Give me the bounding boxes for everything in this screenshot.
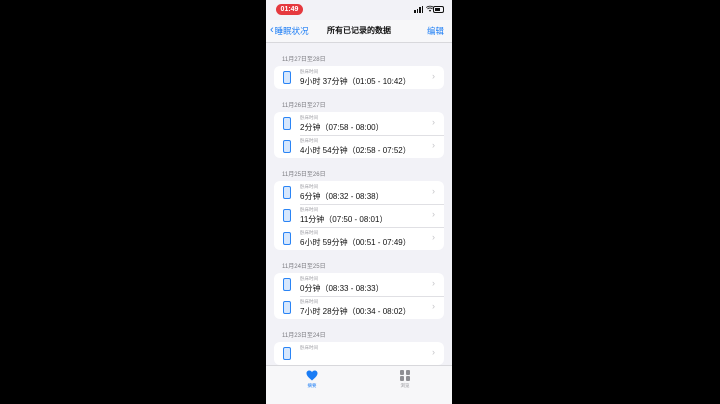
record-label: 卧床时间	[300, 69, 318, 74]
chevron-right-icon: ›	[432, 186, 435, 196]
group-header: 11月26日至27日	[282, 103, 326, 109]
record-group: 11月25日至26日 卧床时间 6分钟（08:32 - 08:38） › 卧床时…	[266, 158, 452, 250]
navigation-bar: ‹睡眠状况 所有已记录的数据 编辑	[266, 20, 452, 43]
record-card: 卧床时间 0分钟（08:33 - 08:33） › 卧床时间 7小时 28分钟（…	[274, 273, 444, 319]
record-value: 6小时 59分钟（00:51 - 07:49）	[300, 238, 411, 247]
signal-bar	[419, 7, 421, 13]
tab-bar: 摘要 浏览	[266, 365, 452, 404]
record-row[interactable]: 卧床时间 11分钟（07:50 - 08:01） ›	[274, 204, 444, 227]
record-row[interactable]: 卧床时间 6分钟（08:32 - 08:38） ›	[274, 181, 444, 204]
record-row[interactable]: 卧床时间 0分钟（08:33 - 08:33） ›	[274, 273, 444, 296]
record-card: 卧床时间 ›	[274, 342, 444, 365]
record-value: 11分钟（07:50 - 08:01）	[300, 215, 388, 224]
record-row[interactable]: 卧床时间 9小时 37分钟（01:05 - 10:42） ›	[274, 66, 444, 89]
signal-bar	[416, 8, 418, 13]
edit-button[interactable]: 编辑	[427, 24, 444, 38]
status-time: 01:49	[276, 4, 303, 15]
record-card: 卧床时间 9小时 37分钟（01:05 - 10:42） ›	[274, 66, 444, 89]
grid-icon	[399, 370, 411, 381]
chevron-right-icon: ›	[432, 347, 435, 357]
iphone-icon	[283, 209, 291, 222]
group-header: 11月25日至26日	[282, 172, 326, 178]
iphone-icon	[283, 186, 291, 199]
record-value: 0分钟（08:33 - 08:33）	[300, 284, 384, 293]
record-value: 7小时 28分钟（00:34 - 08:02）	[300, 307, 411, 316]
signal-bar	[421, 5, 423, 13]
group-header: 11月27日至28日	[282, 57, 326, 63]
iphone-icon	[283, 347, 291, 360]
signal-icon	[414, 10, 416, 13]
chevron-right-icon: ›	[432, 209, 435, 219]
tab-browse[interactable]: 浏览	[385, 370, 425, 389]
record-label: 卧床时间	[300, 138, 318, 143]
iphone-icon	[283, 140, 291, 153]
chevron-right-icon: ›	[432, 301, 435, 311]
record-card: 卧床时间 2分钟（07:58 - 08:00） › 卧床时间 4小时 54分钟（…	[274, 112, 444, 158]
page-title: 所有已记录的数据	[327, 26, 391, 35]
record-group: 11月24日至25日 卧床时间 0分钟（08:33 - 08:33） › 卧床时…	[266, 250, 452, 319]
record-value: 6分钟（08:32 - 08:38）	[300, 192, 384, 201]
record-group: 11月26日至27日 卧床时间 2分钟（07:58 - 08:00） › 卧床时…	[266, 89, 452, 158]
record-value: 9小时 37分钟（01:05 - 10:42）	[300, 77, 411, 86]
tab-label: 浏览	[400, 383, 410, 388]
record-group: 11月27日至28日 卧床时间 9小时 37分钟（01:05 - 10:42） …	[266, 43, 452, 89]
record-card: 卧床时间 6分钟（08:32 - 08:38） › 卧床时间 11分钟（07:5…	[274, 181, 444, 250]
record-value: 4小时 54分钟（02:58 - 07:52）	[300, 146, 411, 155]
chevron-right-icon: ›	[432, 140, 435, 150]
iphone-icon	[283, 301, 291, 314]
record-label: 卧床时间	[300, 230, 318, 235]
record-row[interactable]: 卧床时间 7小时 28分钟（00:34 - 08:02） ›	[274, 296, 444, 319]
record-label: 卧床时间	[300, 299, 318, 304]
system-icons	[414, 5, 444, 13]
record-row[interactable]: 卧床时间 2分钟（07:58 - 08:00） ›	[274, 112, 444, 135]
iphone-icon	[283, 71, 291, 84]
chevron-right-icon: ›	[432, 232, 435, 242]
record-label: 卧床时间	[300, 276, 318, 281]
record-group: 11月23日至24日 卧床时间 ›	[266, 319, 452, 365]
chevron-right-icon: ›	[432, 278, 435, 288]
record-label: 卧床时间	[300, 115, 318, 120]
chevron-right-icon: ›	[432, 117, 435, 127]
record-label: 卧床时间	[300, 207, 318, 212]
chevron-right-icon: ›	[432, 71, 435, 81]
record-label: 卧床时间	[300, 184, 318, 189]
group-header: 11月24日至25日	[282, 264, 326, 270]
record-row[interactable]: 卧床时间 6小时 59分钟（00:51 - 07:49） ›	[274, 227, 444, 250]
phone-screen: 01:49 ‹睡眠状况 所有已记录的数据 编辑 11月27日至28日 卧床时间 …	[266, 0, 452, 404]
status-bar: 01:49	[266, 0, 452, 18]
record-label: 卧床时间	[300, 345, 318, 350]
tab-label: 摘要	[307, 383, 317, 388]
battery-icon	[433, 6, 444, 13]
iphone-icon	[283, 117, 291, 130]
iphone-icon	[283, 232, 291, 245]
group-header: 11月23日至24日	[282, 333, 326, 339]
record-value: 2分钟（07:58 - 08:00）	[300, 123, 384, 132]
record-row[interactable]: 卧床时间 4小时 54分钟（02:58 - 07:52） ›	[274, 135, 444, 158]
record-row[interactable]: 卧床时间 ›	[274, 342, 444, 365]
records-list[interactable]: 11月27日至28日 卧床时间 9小时 37分钟（01:05 - 10:42） …	[266, 43, 452, 365]
heart-icon	[306, 370, 318, 381]
iphone-icon	[283, 278, 291, 291]
tab-summary[interactable]: 摘要	[292, 370, 332, 389]
